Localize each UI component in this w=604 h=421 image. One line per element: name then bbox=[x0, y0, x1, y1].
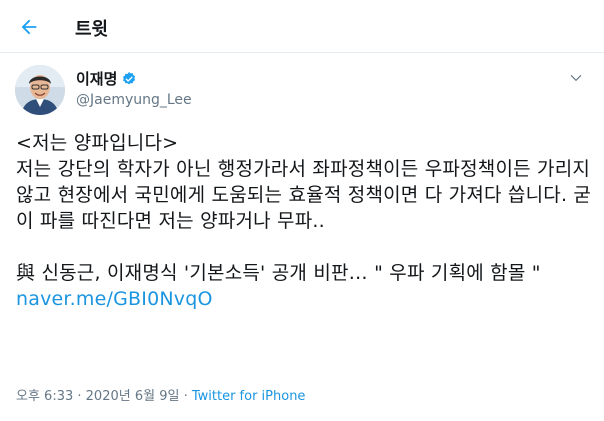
author-name-row[interactable]: 이재명 bbox=[76, 68, 137, 89]
avatar[interactable] bbox=[15, 65, 65, 115]
meta-separator: · bbox=[179, 389, 192, 404]
more-options-button[interactable] bbox=[566, 68, 586, 88]
tweet-meta: 오후 6:33 · 2020년 6월 9일 · Twitter for iPho… bbox=[16, 385, 305, 404]
meta-separator: · bbox=[73, 389, 86, 404]
author-name[interactable]: 이재명 bbox=[76, 68, 117, 89]
avatar-portrait bbox=[15, 65, 65, 115]
tweet-body: <저는 양파입니다> 저는 강단의 학자가 아닌 행정가라서 좌파정책이든 우파… bbox=[16, 132, 592, 284]
tweet-source[interactable]: Twitter for iPhone bbox=[192, 389, 306, 404]
page-title: 트윗 bbox=[75, 19, 109, 40]
tweet-time[interactable]: 오후 6:33 bbox=[16, 389, 73, 404]
chevron-down-icon bbox=[570, 75, 582, 81]
top-bar: 트윗 bbox=[0, 0, 604, 53]
tweet-date[interactable]: 2020년 6월 9일 bbox=[86, 389, 180, 404]
author-handle[interactable]: @Jaemyung_Lee bbox=[76, 92, 192, 108]
back-button[interactable] bbox=[14, 12, 44, 42]
tweet-link[interactable]: naver.me/GBI0NvqO bbox=[16, 288, 213, 310]
tweet-text: <저는 양파입니다> 저는 강단의 학자가 아닌 행정가라서 좌파정책이든 우파… bbox=[16, 130, 596, 312]
verified-badge-icon bbox=[121, 71, 137, 87]
arrow-left-icon bbox=[21, 19, 37, 35]
